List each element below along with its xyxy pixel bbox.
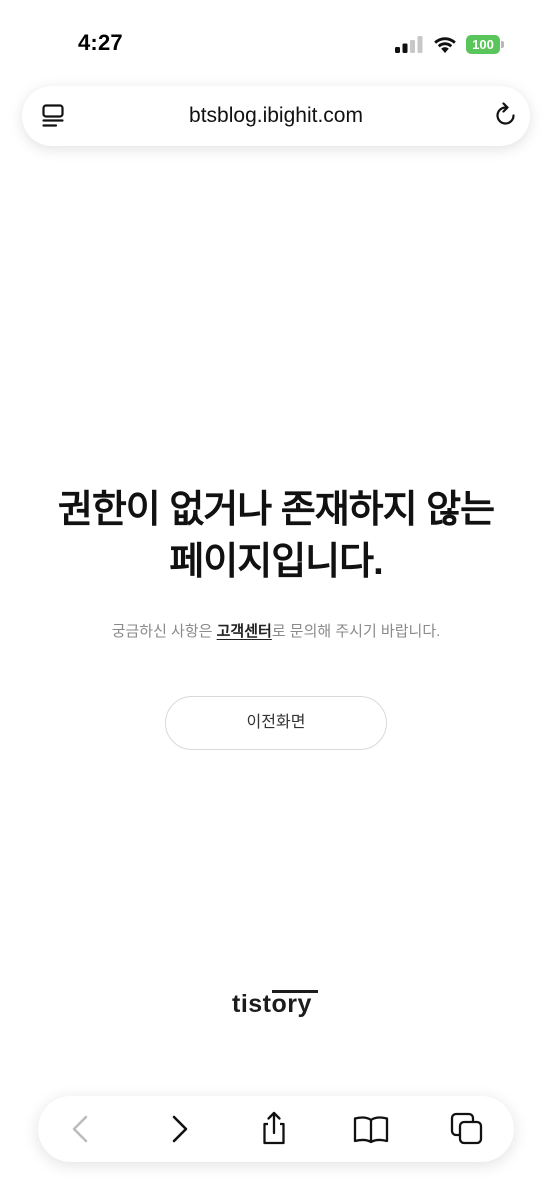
share-button[interactable]	[254, 1109, 294, 1149]
back-button[interactable]	[61, 1109, 101, 1149]
subtext-after: 로 문의해 주시기 바랍니다.	[271, 623, 441, 640]
browser-toolbar	[38, 1096, 514, 1162]
battery-level: 100	[472, 37, 494, 52]
customer-center-link[interactable]: 고객센터	[217, 623, 272, 640]
error-title-line2: 페이지입니다.	[169, 541, 383, 583]
bookmarks-icon	[353, 1116, 389, 1144]
reader-mode-icon[interactable]	[42, 104, 64, 128]
wifi-icon	[434, 37, 456, 53]
previous-page-button[interactable]: 이전화면	[165, 696, 387, 750]
cellular-signal-icon	[395, 36, 423, 53]
error-subtext: 궁금하신 사항은 고객센터로 문의해 주시기 바랍니다.	[20, 620, 532, 644]
battery-indicator: 100	[466, 35, 504, 54]
forward-arrow-icon	[172, 1115, 188, 1143]
subtext-before: 궁금하신 사항은	[111, 623, 217, 640]
reload-icon[interactable]	[494, 102, 518, 128]
error-title-line1: 권한이 없거나 존재하지 않는	[57, 489, 495, 531]
tabs-icon	[450, 1112, 483, 1145]
browser-screen: 4:27 100 btsblog.ibighit.com 권한이 없거나 존재하…	[0, 0, 552, 1200]
tistory-logo[interactable]: tistory	[232, 988, 322, 1024]
url-text[interactable]: btsblog.ibighit.com	[82, 86, 470, 146]
logo-text: tistory	[232, 990, 312, 1018]
error-title: 권한이 없거나 존재하지 않는 페이지입니다.	[20, 484, 532, 588]
forward-button[interactable]	[159, 1109, 199, 1149]
status-time: 4:27	[78, 30, 123, 55]
share-icon	[263, 1111, 285, 1145]
bookmarks-button[interactable]	[351, 1109, 391, 1149]
back-arrow-icon	[72, 1115, 88, 1143]
status-bar: 4:27 100	[0, 0, 552, 80]
tabs-button[interactable]	[447, 1109, 487, 1149]
address-bar[interactable]: btsblog.ibighit.com	[22, 86, 530, 146]
